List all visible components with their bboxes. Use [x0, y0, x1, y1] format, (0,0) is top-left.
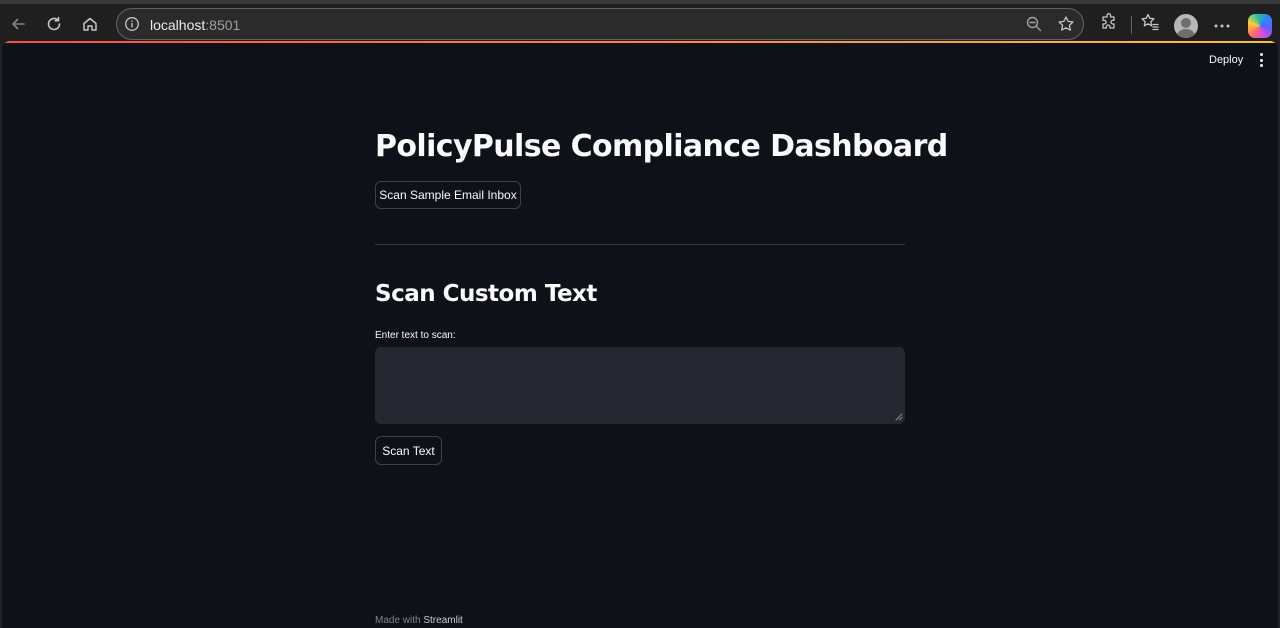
page-title: PolicyPulse Compliance Dashboard: [375, 129, 948, 164]
toolbar-separator: [1131, 16, 1132, 34]
favorites-icon[interactable]: [1140, 12, 1160, 32]
extensions-icon[interactable]: [1099, 12, 1119, 32]
footer-prefix: Made with: [375, 615, 424, 626]
footer-streamlit-link[interactable]: Streamlit: [423, 615, 462, 626]
scan-inbox-button[interactable]: Scan Sample Email Inbox: [375, 181, 521, 209]
footer: Made with Streamlit: [375, 615, 463, 626]
page-viewport: Deploy PolicyPulse Compliance Dashboard …: [2, 41, 1278, 628]
profile-avatar[interactable]: [1174, 14, 1198, 38]
main-menu-icon[interactable]: [1256, 53, 1266, 67]
header-decoration-bar: [2, 41, 1278, 43]
copilot-icon[interactable]: [1248, 14, 1272, 38]
url-text: localhost:8501: [150, 17, 240, 33]
browser-toolbar: localhost:8501: [0, 0, 1280, 44]
section-title: Scan Custom Text: [375, 281, 597, 307]
divider: [375, 244, 905, 245]
zoom-icon[interactable]: [1025, 15, 1043, 33]
url-host: localhost: [150, 17, 206, 33]
site-info-icon[interactable]: [124, 16, 140, 32]
url-port: :8501: [205, 17, 241, 33]
scan-text-input[interactable]: [375, 347, 905, 424]
back-icon[interactable]: [4, 10, 32, 38]
textarea-label: Enter text to scan:: [375, 330, 456, 341]
reload-icon[interactable]: [40, 10, 68, 38]
more-options-icon[interactable]: [1212, 16, 1232, 36]
home-icon[interactable]: [76, 10, 104, 38]
address-bar[interactable]: localhost:8501: [116, 8, 1084, 40]
scan-text-button[interactable]: Scan Text: [375, 436, 442, 465]
deploy-button[interactable]: Deploy: [1201, 51, 1251, 69]
favorite-star-icon[interactable]: [1057, 15, 1075, 33]
